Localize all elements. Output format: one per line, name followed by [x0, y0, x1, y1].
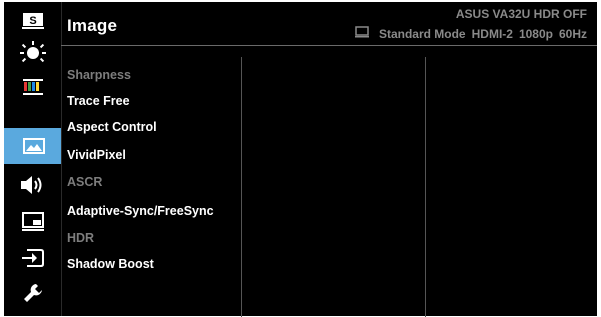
menu-item-adaptive-sync[interactable]: Adaptive-Sync/FreeSync	[67, 204, 214, 218]
status-resolution: 1080p	[518, 26, 553, 41]
menu-item-aspect-control[interactable]: Aspect Control	[67, 120, 157, 134]
sidebar-item-system-setup[interactable]	[4, 278, 61, 308]
status-mode: Standard Mode	[378, 26, 466, 41]
menu-item-ascr[interactable]: ASCR	[67, 175, 102, 189]
sidebar-item-brightness[interactable]	[4, 38, 61, 68]
splendid-icon-letter: S	[29, 15, 36, 27]
page-title: Image	[67, 16, 118, 35]
sidebar-item-color[interactable]	[4, 72, 61, 102]
menu-item-hdr[interactable]: HDR	[67, 231, 94, 245]
sidebar-item-splendid[interactable]: S	[4, 6, 61, 36]
main-panel: Image ASUS VA32U HDR OFF Standard Mode H…	[61, 2, 597, 317]
sound-icon	[20, 175, 46, 195]
status-input: HDMI-2	[471, 26, 513, 41]
system-setup-icon	[22, 282, 44, 304]
column-divider-1	[241, 57, 242, 317]
osd-menu: S Image ASUS VA32U HDR OFF Standard Mode…	[0, 0, 601, 317]
column-divider-2	[425, 57, 426, 317]
input-select-icon	[21, 248, 45, 268]
status-refresh: 60Hz	[558, 26, 587, 41]
monitor-icon	[354, 26, 369, 41]
sidebar-item-image[interactable]	[4, 128, 64, 164]
brightness-icon	[19, 41, 46, 65]
sidebar-item-sound[interactable]	[4, 170, 61, 200]
status-row: Standard Mode HDMI-2 1080p 60Hz	[354, 26, 587, 41]
image-icon	[23, 138, 45, 154]
model-status: ASUS VA32U HDR OFF	[455, 7, 587, 21]
menu-item-sharpness[interactable]: Sharpness	[67, 68, 131, 82]
color-icon	[22, 78, 44, 96]
header-divider	[61, 45, 597, 46]
menu-item-vividpixel[interactable]: VividPixel	[67, 148, 126, 162]
sidebar: S	[4, 2, 64, 316]
sidebar-item-pip[interactable]	[4, 207, 61, 237]
menu-item-trace-free[interactable]: Trace Free	[67, 94, 130, 108]
pip-icon	[21, 212, 44, 232]
splendid-icon: S	[21, 12, 44, 30]
menu-item-shadow-boost[interactable]: Shadow Boost	[67, 257, 154, 271]
sidebar-item-input-select[interactable]	[4, 243, 61, 273]
